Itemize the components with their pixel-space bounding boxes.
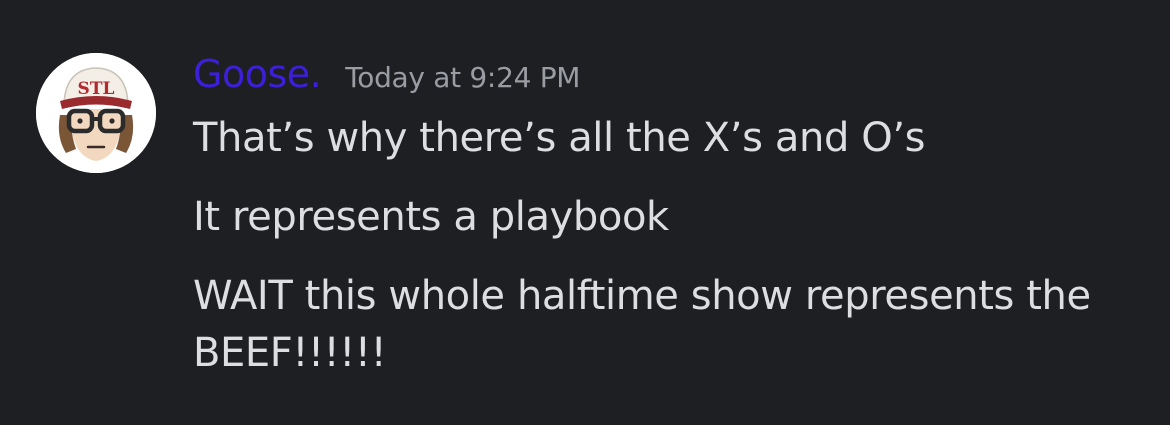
message-text: That’s why there’s all the X’s and O’s bbox=[193, 115, 926, 161]
message-header: Goose. Today at 9:24 PM bbox=[193, 52, 580, 102]
message-text: It represents a playbook bbox=[193, 194, 669, 240]
username[interactable]: Goose. bbox=[193, 52, 322, 96]
message-group: STL Goose. Today at 9:24 PM That’s why t… bbox=[0, 0, 1170, 425]
cartoon-face-cardinals-cap-icon: STL bbox=[36, 53, 156, 173]
message-text: WAIT this whole halftime show represents… bbox=[193, 273, 1091, 376]
svg-text:STL: STL bbox=[78, 79, 115, 99]
timestamp[interactable]: Today at 9:24 PM bbox=[345, 61, 580, 94]
avatar[interactable]: STL bbox=[36, 53, 156, 173]
